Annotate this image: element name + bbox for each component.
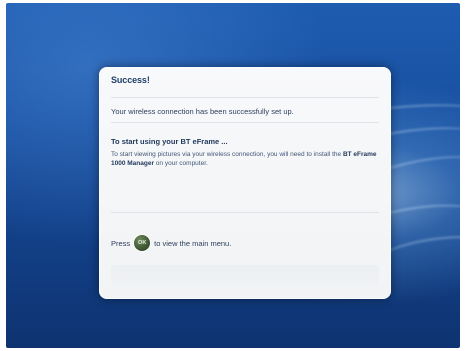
dialog-footer-panel: [111, 265, 379, 287]
success-dialog: Success! Your wireless connection has be…: [99, 67, 391, 299]
press-prefix: Press: [111, 238, 131, 248]
dialog-title: Success!: [111, 75, 150, 85]
ok-label: OK: [138, 240, 147, 246]
start-body-2: on your computer.: [154, 160, 208, 167]
desktop-background: Success! Your wireless connection has be…: [6, 3, 460, 348]
start-heading: To start using your BT eFrame ...: [111, 137, 228, 146]
success-message: Your wireless connection has been succes…: [111, 107, 294, 116]
ok-button-icon[interactable]: OK: [134, 235, 151, 251]
press-ok-row: Press OK to view the main menu.: [111, 225, 379, 255]
success-message-row: Your wireless connection has been succes…: [111, 97, 379, 123]
dialog-header: Success!: [99, 67, 391, 93]
start-body-1: To start viewing pictures via your wirel…: [111, 151, 343, 158]
start-using-section: To start using your BT eFrame ... To sta…: [111, 127, 379, 213]
start-instructions: To start viewing pictures via your wirel…: [111, 150, 379, 168]
press-suffix: to view the main menu.: [154, 238, 232, 248]
